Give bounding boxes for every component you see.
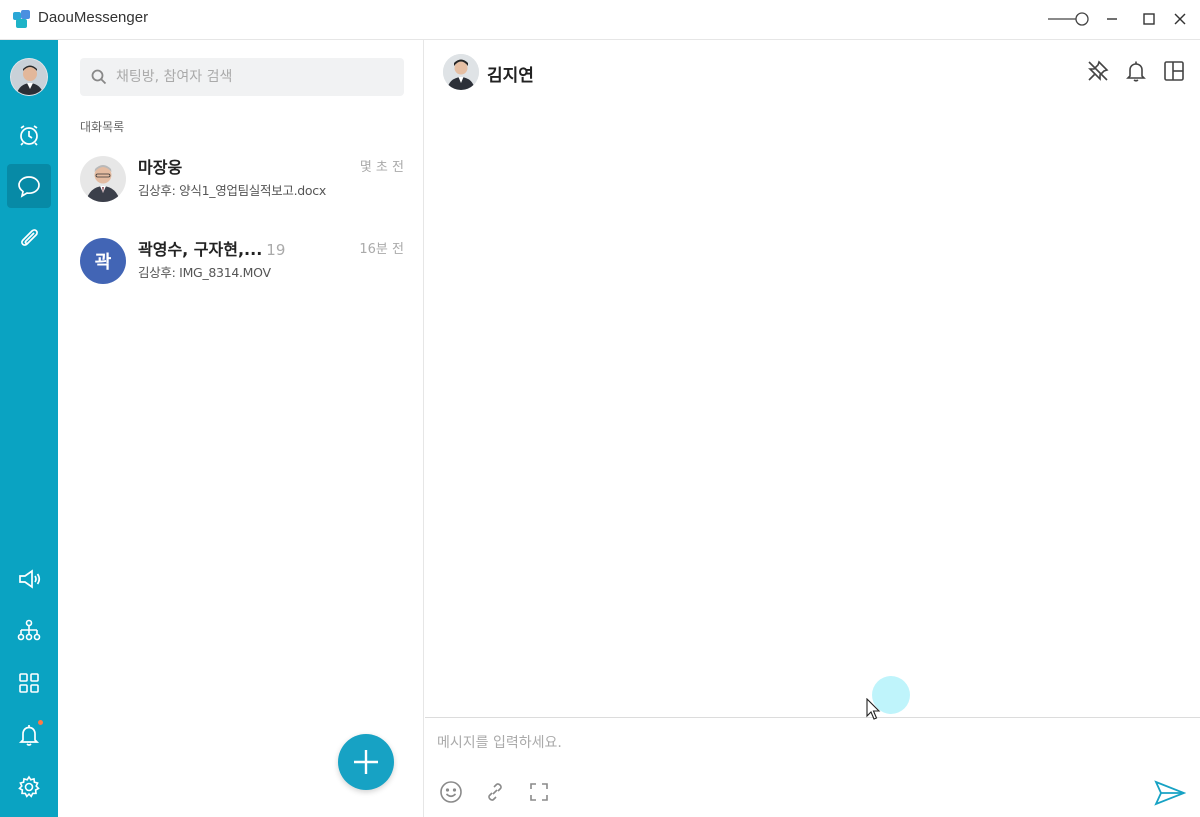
pin-button[interactable] — [1085, 58, 1111, 84]
person-photo-icon — [11, 59, 47, 95]
person-photo-icon — [80, 156, 126, 202]
conversation-name: 곽영수, 구자현,... 19 — [138, 236, 285, 260]
org-chart-icon — [17, 619, 41, 641]
apps-grid-icon — [19, 673, 39, 693]
rail-organization-button[interactable] — [7, 609, 51, 653]
emoji-icon — [440, 781, 462, 803]
rail-notice-button[interactable] — [7, 557, 51, 601]
search-icon — [91, 69, 107, 85]
paperclip-icon — [21, 229, 38, 246]
attach-link-button[interactable] — [481, 778, 509, 806]
opacity-slider[interactable] — [1046, 8, 1092, 30]
maximize-icon — [1143, 13, 1155, 25]
conversation-name: 마장웅 — [138, 154, 186, 178]
link-icon — [488, 783, 502, 801]
my-profile-avatar[interactable] — [10, 58, 48, 96]
conversation-preview: 김상후: IMG_8314.MOV — [138, 265, 271, 280]
conversation-list-panel: 대화목록 마장웅 몇 초 전 김상후: 양식1_영업팀실적보고.docx 곽 곽… — [58, 40, 424, 817]
conversation-time: 16분 전 — [359, 242, 404, 257]
rail-files-button[interactable] — [7, 216, 51, 260]
message-composer — [425, 717, 1200, 817]
person-photo-icon — [443, 54, 479, 90]
conversation-title: 곽영수, 구자현,... — [138, 240, 263, 259]
side-panel-button[interactable] — [1161, 58, 1187, 84]
title-bar: DaouMessenger — [0, 0, 1200, 40]
rail-apps-button[interactable] — [7, 661, 51, 705]
daou-logo-icon — [13, 10, 30, 28]
panel-layout-icon — [1164, 61, 1184, 81]
conversation-time: 몇 초 전 — [359, 160, 404, 175]
message-input[interactable] — [437, 728, 1137, 758]
close-icon — [1174, 13, 1186, 25]
send-button[interactable] — [1153, 778, 1187, 808]
participant-count: 19 — [266, 241, 286, 259]
conversation-avatar — [80, 156, 126, 202]
maximize-button[interactable] — [1137, 8, 1161, 30]
section-label: 대화목록 — [80, 120, 125, 134]
megaphone-icon — [19, 569, 41, 589]
close-button[interactable] — [1168, 8, 1192, 30]
conversation-title: 마장웅 — [138, 158, 183, 177]
notification-dot — [38, 720, 43, 725]
rail-chat-button[interactable] — [7, 164, 51, 208]
search-box[interactable] — [80, 58, 404, 96]
new-chat-button[interactable] — [338, 734, 394, 790]
minimize-icon — [1107, 18, 1117, 20]
expand-composer-button[interactable] — [525, 778, 553, 806]
conversation-item[interactable]: 마장웅 몇 초 전 김상후: 양식1_영업팀실적보고.docx — [58, 152, 424, 224]
fullscreen-icon — [530, 783, 548, 801]
send-icon — [1154, 780, 1186, 806]
gear-icon — [18, 775, 40, 798]
conversation-avatar-initial: 곽 — [80, 238, 126, 284]
bell-icon — [18, 725, 40, 746]
chat-partner-name: 김지연 — [487, 66, 534, 86]
opacity-slider-icon — [1048, 12, 1089, 26]
plus-icon — [354, 750, 378, 774]
emoji-button[interactable] — [437, 778, 465, 806]
nav-rail — [0, 40, 58, 817]
bell-icon — [1126, 61, 1146, 82]
rail-notifications-button[interactable] — [7, 713, 51, 757]
rail-recent-button[interactable] — [7, 113, 51, 157]
search-input[interactable] — [116, 58, 396, 96]
notification-toggle-button[interactable] — [1123, 58, 1149, 84]
mouse-pointer-icon — [866, 698, 881, 720]
conversation-item[interactable]: 곽 곽영수, 구자현,... 19 16분 전 김상후: IMG_8314.MOV — [58, 234, 424, 306]
chat-partner-avatar[interactable] — [443, 54, 479, 90]
pin-icon — [1088, 60, 1109, 81]
conversation-preview: 김상후: 양식1_영업팀실적보고.docx — [138, 183, 326, 198]
app-title: DaouMessenger — [38, 9, 149, 26]
clock-icon — [20, 125, 38, 146]
chat-bubble-icon — [18, 176, 40, 198]
rail-settings-button[interactable] — [7, 765, 51, 809]
minimize-button[interactable] — [1100, 8, 1124, 30]
chat-panel: 김지연 — [425, 40, 1200, 817]
